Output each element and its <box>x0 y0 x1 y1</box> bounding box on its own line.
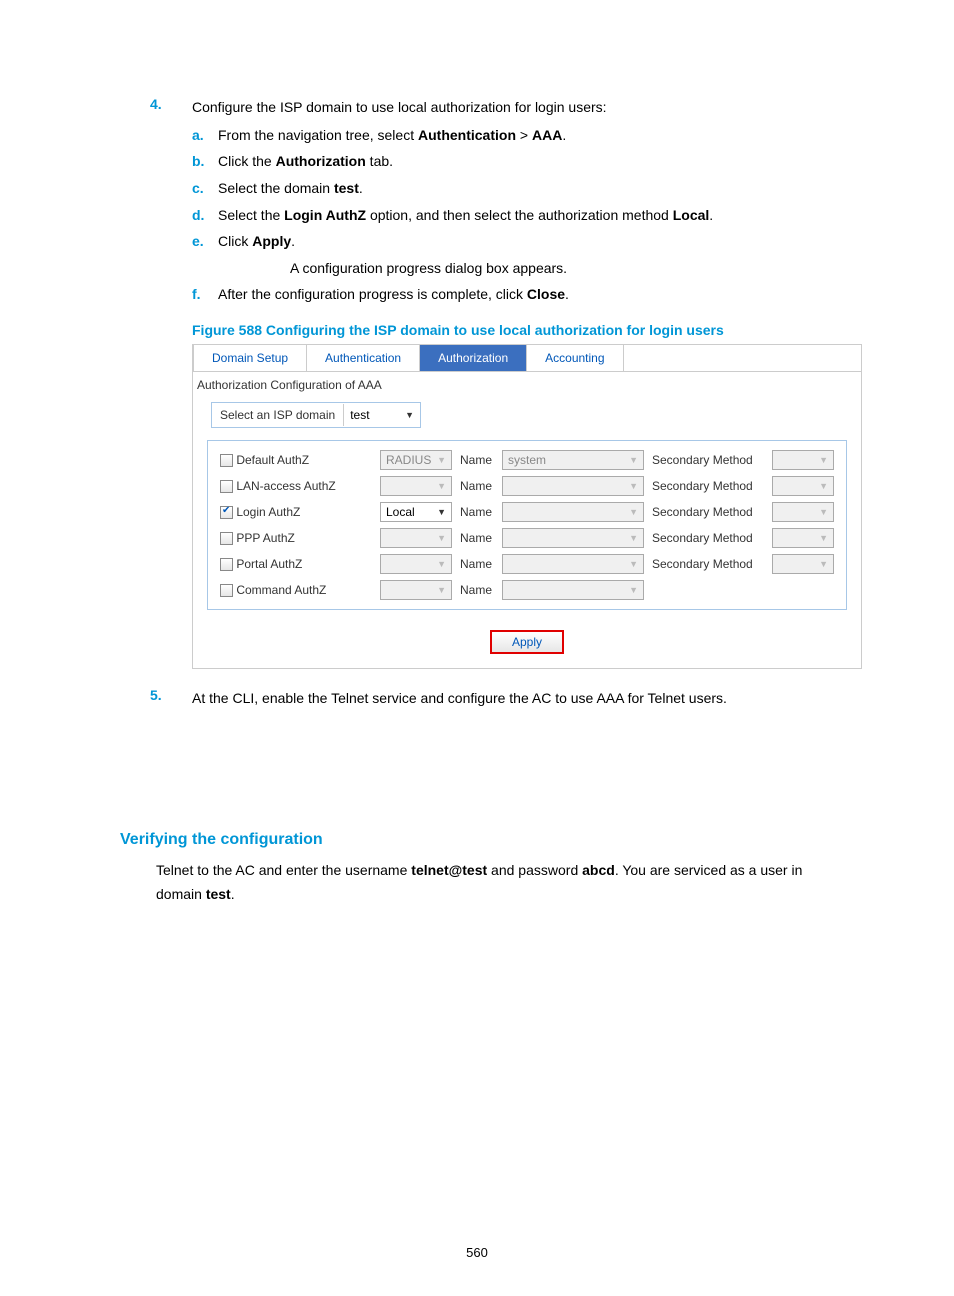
step-5: 5. At the CLI, enable the Telnet service… <box>150 687 849 711</box>
substep-d: d. Select the Login AuthZ option, and th… <box>192 202 849 229</box>
name-column-label: Name <box>456 473 498 499</box>
name-select: ▼ <box>502 528 644 548</box>
figure-caption: Figure 588 Configuring the ISP domain to… <box>192 322 849 338</box>
authz-row: Default AuthZ RADIUS▼Namesystem▼Secondary… <box>216 447 838 473</box>
chevron-down-icon: ▼ <box>629 559 638 569</box>
step-5-number: 5. <box>150 687 192 703</box>
substep-f: f. After the configuration progress is c… <box>192 281 849 308</box>
authz-grid: Default AuthZRADIUS▼Namesystem▼Secondary… <box>207 440 847 610</box>
tab-authentication[interactable]: Authentication <box>307 344 420 371</box>
chevron-down-icon: ▼ <box>629 585 638 595</box>
name-column-label: Name <box>456 525 498 551</box>
secondary-column-label: Secondary Method <box>648 499 768 525</box>
row-checkbox[interactable] <box>220 532 233 545</box>
chevron-down-icon: ▼ <box>819 559 828 569</box>
substep-e: e. Click Apply. <box>192 228 849 255</box>
screenshot-panel: Domain Setup Authentication Authorizatio… <box>192 344 862 669</box>
apply-button[interactable]: Apply <box>490 630 564 654</box>
page-number: 560 <box>0 1245 954 1260</box>
method-select: ▼ <box>380 528 452 548</box>
authz-row: LAN-access AuthZ ▼ Name ▼ Secondary Method ▼ <box>216 473 838 499</box>
name-column-label: Name <box>456 499 498 525</box>
method-select[interactable]: Local▼ <box>380 502 452 522</box>
section-label: Authorization Configuration of AAA <box>193 372 861 394</box>
isp-domain-select[interactable]: Select an ISP domain test ▼ <box>211 402 421 428</box>
name-select: ▼ <box>502 502 644 522</box>
method-select: ▼ <box>380 580 452 600</box>
row-label: Default AuthZ <box>233 453 309 467</box>
secondary-column-label <box>648 577 768 603</box>
chevron-down-icon: ▼ <box>405 410 414 420</box>
verifying-heading: Verifying the configuration <box>120 831 849 849</box>
secondary-method-select: ▼ <box>772 476 834 496</box>
tab-bar: Domain Setup Authentication Authorizatio… <box>193 344 861 372</box>
chevron-down-icon: ▼ <box>629 481 638 491</box>
secondary-method-select: ▼ <box>772 450 834 470</box>
chevron-down-icon: ▼ <box>629 533 638 543</box>
tab-accounting[interactable]: Accounting <box>527 344 623 371</box>
row-checkbox[interactable] <box>220 584 233 597</box>
secondary-column-label: Secondary Method <box>648 551 768 577</box>
chevron-down-icon: ▼ <box>819 507 828 517</box>
step-4-intro: Configure the ISP domain to use local au… <box>192 96 849 120</box>
secondary-column-label: Secondary Method <box>648 447 768 473</box>
step-4: 4. Configure the ISP domain to use local… <box>150 96 849 120</box>
row-label: Command AuthZ <box>233 583 326 597</box>
chevron-down-icon: ▼ <box>629 507 638 517</box>
chevron-down-icon: ▼ <box>437 533 446 543</box>
tab-domain-setup[interactable]: Domain Setup <box>193 344 307 371</box>
secondary-column-label: Secondary Method <box>648 473 768 499</box>
secondary-method-select: ▼ <box>772 502 834 522</box>
authz-row: PPP AuthZ ▼ Name ▼ Secondary Method ▼ <box>216 525 838 551</box>
substep-b: b. Click the Authorization tab. <box>192 148 849 175</box>
method-select: RADIUS▼ <box>380 450 452 470</box>
name-select: ▼ <box>502 476 644 496</box>
chevron-down-icon: ▼ <box>437 585 446 595</box>
secondary-method-select: ▼ <box>772 528 834 548</box>
step-4-substeps: a. From the navigation tree, select Auth… <box>192 122 849 308</box>
row-checkbox[interactable] <box>220 454 233 467</box>
step-4-number: 4. <box>150 96 192 112</box>
name-column-label: Name <box>456 551 498 577</box>
verifying-paragraph: Telnet to the AC and enter the username … <box>156 859 849 907</box>
row-label: Portal AuthZ <box>233 557 302 571</box>
substep-e-note: A configuration progress dialog box appe… <box>290 255 849 282</box>
row-checkbox[interactable] <box>220 558 233 571</box>
chevron-down-icon: ▼ <box>437 559 446 569</box>
name-select: ▼ <box>502 554 644 574</box>
chevron-down-icon: ▼ <box>437 507 446 517</box>
authz-row: Portal AuthZ ▼ Name ▼ Secondary Method ▼ <box>216 551 838 577</box>
method-select: ▼ <box>380 476 452 496</box>
name-select: ▼ <box>502 580 644 600</box>
row-checkbox[interactable] <box>220 506 233 519</box>
chevron-down-icon: ▼ <box>819 481 828 491</box>
name-column-label: Name <box>456 447 498 473</box>
row-label: PPP AuthZ <box>233 531 295 545</box>
row-label: Login AuthZ <box>233 505 300 519</box>
method-select: ▼ <box>380 554 452 574</box>
step-5-text: At the CLI, enable the Telnet service an… <box>192 687 849 711</box>
name-column-label: Name <box>456 577 498 603</box>
secondary-method-select: ▼ <box>772 554 834 574</box>
chevron-down-icon: ▼ <box>629 455 638 465</box>
chevron-down-icon: ▼ <box>437 455 446 465</box>
authz-row: Login AuthZ Local▼Name ▼ Secondary Method ▼ <box>216 499 838 525</box>
secondary-column-label: Secondary Method <box>648 525 768 551</box>
substep-a: a. From the navigation tree, select Auth… <box>192 122 849 149</box>
row-checkbox[interactable] <box>220 480 233 493</box>
tab-authorization[interactable]: Authorization <box>420 344 527 371</box>
chevron-down-icon: ▼ <box>437 481 446 491</box>
chevron-down-icon: ▼ <box>819 533 828 543</box>
authz-row: Command AuthZ ▼ Name ▼ <box>216 577 838 603</box>
isp-domain-value: test <box>350 408 369 422</box>
substep-c: c. Select the domain test. <box>192 175 849 202</box>
isp-domain-label: Select an ISP domain <box>212 408 343 422</box>
chevron-down-icon: ▼ <box>819 455 828 465</box>
row-label: LAN-access AuthZ <box>233 479 336 493</box>
name-select: system▼ <box>502 450 644 470</box>
